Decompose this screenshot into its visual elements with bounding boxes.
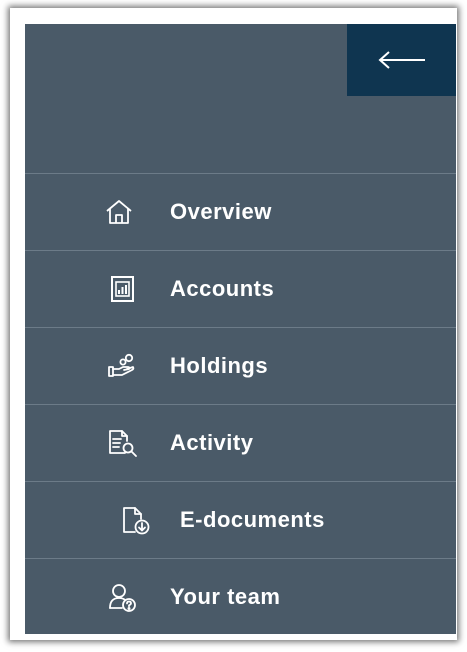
side-navigation: Overview Accounts Holdings Activity E-do… bbox=[25, 24, 456, 634]
document-download-icon bbox=[121, 506, 150, 535]
collapse-sidebar-button[interactable] bbox=[347, 24, 456, 96]
team-advisor-icon bbox=[107, 583, 136, 612]
nav-menu: Overview Accounts Holdings Activity E-do… bbox=[25, 173, 456, 634]
nav-item-label: Your team bbox=[170, 584, 281, 609]
document-search-icon bbox=[107, 429, 137, 457]
account-statement-icon bbox=[109, 275, 137, 303]
nav-item-label: E-documents bbox=[180, 507, 325, 532]
home-icon bbox=[105, 198, 133, 226]
nav-item-holdings[interactable]: Holdings bbox=[25, 328, 456, 405]
nav-item-label: Activity bbox=[170, 430, 254, 455]
nav-item-your-team[interactable]: Your team bbox=[25, 559, 456, 634]
nav-item-label: Overview bbox=[170, 199, 272, 224]
nav-item-label: Accounts bbox=[170, 276, 275, 301]
hand-coins-icon bbox=[107, 352, 135, 380]
arrow-left-icon bbox=[378, 51, 425, 69]
nav-item-e-documents[interactable]: E-documents bbox=[25, 482, 456, 559]
nav-item-label: Holdings bbox=[170, 353, 269, 378]
nav-item-overview[interactable]: Overview bbox=[25, 174, 456, 251]
nav-item-accounts[interactable]: Accounts bbox=[25, 251, 456, 328]
nav-item-activity[interactable]: Activity bbox=[25, 405, 456, 482]
